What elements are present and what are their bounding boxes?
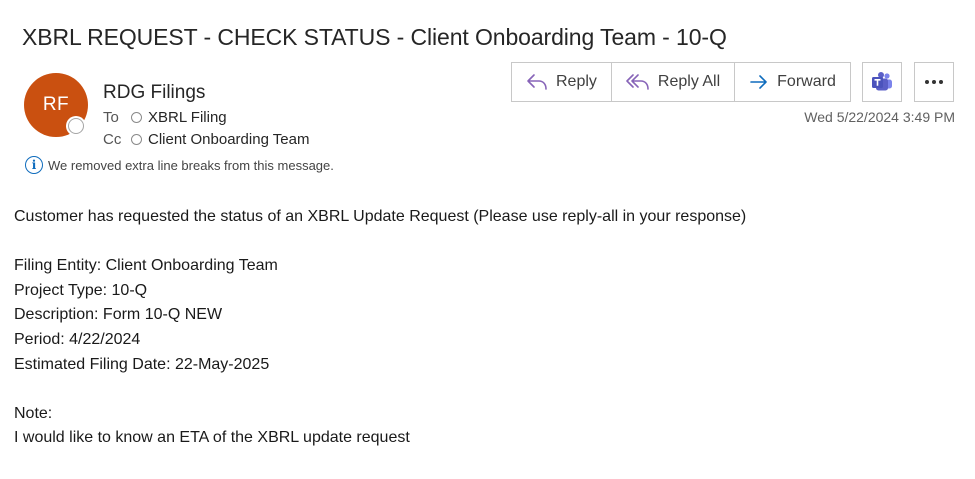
presence-status-icon [68,118,84,134]
cc-label: Cc [103,131,122,148]
note-label: Note: [14,404,53,422]
sent-timestamp: Wed 5/22/2024 3:49 PM [804,109,955,125]
info-icon: i [25,156,43,174]
reply-button[interactable]: Reply [512,63,612,101]
forward-button[interactable]: Forward [735,63,850,101]
detail-line: Filing Entity: Client Onboarding Team [14,257,278,275]
teams-button[interactable] [862,62,902,102]
avatar-initials: RF [42,94,70,115]
forward-label: Forward [777,73,836,90]
recipient-presence-icon [131,134,142,145]
reply-all-label: Reply All [657,73,721,90]
to-row: To XBRL Filing [103,109,227,126]
teams-icon [872,72,892,91]
more-options-button[interactable] [914,62,954,102]
reply-icon [527,74,547,90]
note-text: I would like to know an ETA of the XBRL … [14,429,410,447]
body-intro: Customer has requested the status of an … [14,208,747,225]
email-subject: XBRL REQUEST - CHECK STATUS - Client Onb… [22,24,727,50]
info-notice: i We removed extra line breaks from this… [25,156,334,174]
detail-line: Project Type: 10-Q [14,281,148,299]
cc-row: Cc Client Onboarding Team [103,131,309,148]
sender-name[interactable]: RDG Filings [103,82,205,104]
detail-line: Period: 4/22/2024 [14,330,141,348]
detail-line: Description: Form 10-Q NEW [14,306,223,324]
info-notice-text: We removed extra line breaks from this m… [48,157,334,173]
to-recipient[interactable]: XBRL Filing [148,109,227,126]
recipient-presence-icon [131,112,142,123]
forward-icon [750,75,767,89]
detail-line: Estimated Filing Date: 22-May-2025 [14,355,270,373]
email-body: Customer has requested the status of an … [14,205,746,451]
to-label: To [103,109,119,126]
reply-all-button[interactable]: Reply All [612,63,736,101]
more-icon [925,80,943,84]
reply-actions-group: Reply Reply All Forward [511,62,851,102]
cc-recipient[interactable]: Client Onboarding Team [148,131,309,148]
reply-label: Reply [556,73,597,90]
reply-all-icon [626,74,649,90]
